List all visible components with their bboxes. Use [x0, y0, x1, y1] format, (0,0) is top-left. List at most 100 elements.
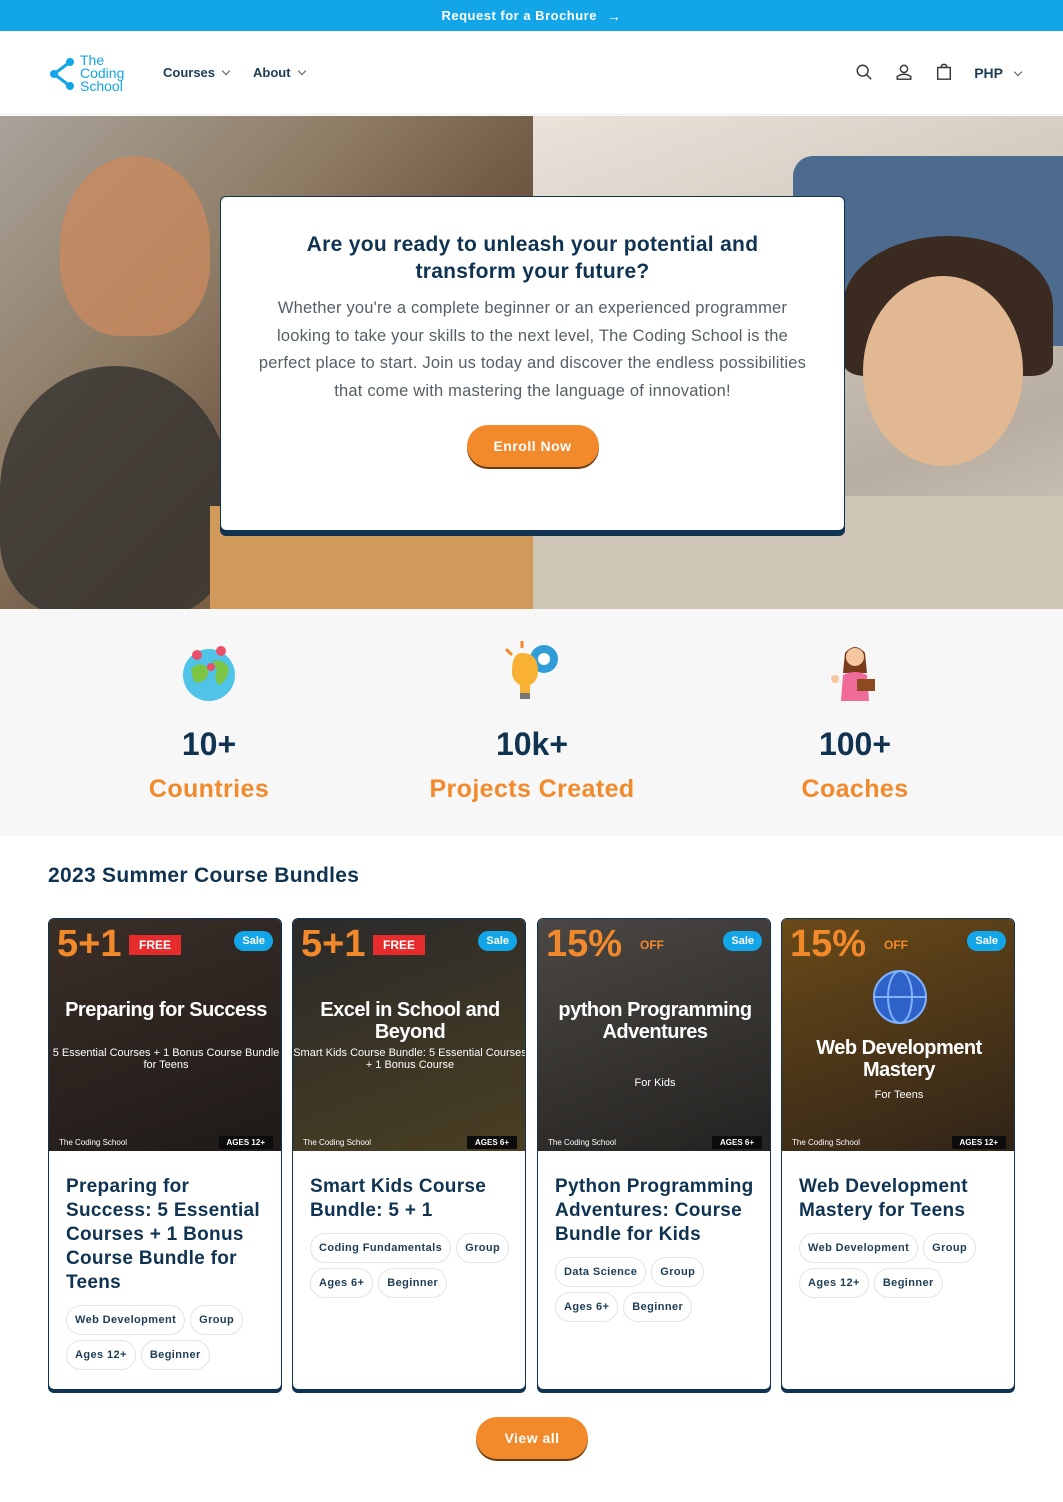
logo-text: The Coding School: [80, 53, 124, 94]
nav-label: About: [253, 65, 291, 80]
logo[interactable]: The Coding School: [48, 53, 124, 94]
bundle-card[interactable]: 15% OFF Sale Web Development Mastery For…: [781, 918, 1015, 1390]
hero-photo-shape: [863, 276, 1023, 466]
bundle-badge: 15%: [790, 923, 867, 965]
ages-badge: AGES 6+: [711, 1135, 762, 1149]
image-title: Excel in School and Beyond: [320, 999, 500, 1043]
image-subtitle: For Kids: [634, 1077, 676, 1089]
ages-badge: AGES 12+: [951, 1135, 1006, 1149]
currency-label: PHP: [974, 65, 1003, 81]
card-body: Python Programming Adventures: Course Bu…: [555, 1175, 755, 1322]
tag: Web Development: [66, 1305, 186, 1335]
tag: Group: [651, 1257, 705, 1287]
off-tag: OFF: [884, 938, 908, 952]
brand-mark: The Coding School: [303, 1137, 372, 1147]
tag: Group: [190, 1305, 244, 1335]
image-title: Web Development Mastery: [816, 1037, 982, 1081]
tag: Beginner: [873, 1268, 943, 1298]
enroll-now-button[interactable]: Enroll Now: [466, 425, 599, 467]
card-title[interactable]: Python Programming Adventures: Course Bu…: [555, 1175, 755, 1247]
tag-list: Web Development Group Ages 12+ Beginner: [66, 1305, 266, 1370]
hero-section: Are you ready to unleash your potential …: [0, 116, 1063, 609]
stat-value: 10k+: [495, 726, 569, 762]
stat-value: 10+: [181, 726, 237, 762]
nav-about[interactable]: About: [253, 65, 306, 80]
main-nav: Courses About: [163, 65, 306, 80]
hero-title: Are you ready to unleash your potential …: [306, 233, 759, 283]
image-subtitle: 5 Essential Courses + 1 Bonus Course Bun…: [52, 1047, 280, 1071]
search-icon[interactable]: [855, 63, 873, 81]
nav-courses[interactable]: Courses: [163, 65, 231, 80]
arrow-right-icon: →: [606, 7, 622, 24]
nav-label: Courses: [163, 65, 216, 80]
share-logo-icon: [50, 57, 74, 90]
sale-badge: Sale: [478, 931, 517, 951]
card-body: Web Development Mastery for Teens Web De…: [799, 1175, 999, 1298]
tag: Beginner: [378, 1268, 448, 1298]
tag: Beginner: [623, 1292, 693, 1322]
hero-photo-shape: [0, 366, 230, 609]
card-title[interactable]: Preparing for Success: 5 Essential Cours…: [66, 1175, 266, 1295]
card-body: Preparing for Success: 5 Essential Cours…: [66, 1175, 266, 1370]
bundle-cards: 5+1 FREE Sale Preparing for Success 5 Es…: [48, 918, 1016, 1390]
stat-label: Projects Created: [429, 775, 635, 803]
sale-badge: Sale: [234, 931, 273, 951]
tag: Web Development: [799, 1233, 919, 1263]
site-header: The Coding School Courses About PHP: [0, 31, 1063, 115]
card-title[interactable]: Smart Kids Course Bundle: 5 + 1: [310, 1175, 510, 1223]
tag: Data Science: [555, 1257, 647, 1287]
bundle-card[interactable]: 15% OFF Sale python Programming Adventur…: [537, 918, 771, 1390]
brand-mark: The Coding School: [59, 1137, 128, 1147]
logo-line: School: [80, 78, 123, 94]
sale-badge: Sale: [967, 931, 1006, 951]
tag: Ages 6+: [310, 1268, 374, 1298]
off-tag: OFF: [640, 938, 664, 952]
tag: Group: [923, 1233, 977, 1263]
globe-icon: [183, 646, 235, 701]
image-footer: The Coding School AGES 6+: [538, 1133, 770, 1151]
image-footer: The Coding School AGES 12+: [782, 1133, 1014, 1151]
stat-coaches: 100+ Coaches: [705, 639, 1005, 804]
image-subtitle: For Teens: [874, 1089, 924, 1101]
image-footer: The Coding School AGES 12+: [49, 1133, 281, 1151]
image-subtitle: Smart Kids Course Bundle: 5 Essential Co…: [293, 1047, 526, 1071]
stat-projects: 10k+ Projects Created: [382, 639, 682, 804]
stat-label: Countries: [148, 775, 270, 803]
announcement-bar[interactable]: Request for a Brochure →: [0, 0, 1063, 31]
announcement-text[interactable]: Request for a Brochure: [442, 8, 597, 23]
bundle-card[interactable]: 5+1 FREE Sale Preparing for Success 5 Es…: [48, 918, 282, 1390]
tag: Coding Fundamentals: [310, 1233, 452, 1263]
tag: Group: [456, 1233, 510, 1263]
ages-badge: AGES 6+: [466, 1135, 517, 1149]
card-body: Smart Kids Course Bundle: 5 + 1 Coding F…: [310, 1175, 510, 1298]
stats-section: 10+ Countries 10k+ Projects Created 100+…: [0, 609, 1063, 836]
bundle-image[interactable]: 15% OFF Sale Web Development Mastery For…: [782, 919, 1014, 1151]
coach-icon: [831, 647, 875, 701]
stat-label: Coaches: [801, 775, 909, 803]
tag: Ages 12+: [799, 1268, 869, 1298]
hero-photo-shape: [60, 156, 210, 336]
currency-selector[interactable]: PHP: [974, 65, 1023, 81]
image-title: Preparing for Success: [65, 999, 267, 1021]
tag: Ages 6+: [555, 1292, 619, 1322]
image-title: python Programming Adventures: [558, 999, 752, 1043]
sale-badge: Sale: [723, 931, 762, 951]
card-title[interactable]: Web Development Mastery for Teens: [799, 1175, 999, 1223]
bundle-card[interactable]: 5+1 FREE Sale Excel in School and Beyond…: [292, 918, 526, 1390]
free-tag: FREE: [129, 935, 182, 955]
bundle-image[interactable]: 5+1 FREE Sale Excel in School and Beyond…: [293, 919, 526, 1151]
account-icon[interactable]: [895, 63, 913, 81]
brand-mark: The Coding School: [548, 1137, 617, 1147]
chevron-down-icon: [297, 66, 306, 76]
ages-badge: AGES 12+: [218, 1135, 273, 1149]
chevron-down-icon: [221, 66, 231, 76]
free-tag: FREE: [373, 935, 426, 955]
image-footer: The Coding School AGES 6+: [293, 1133, 525, 1151]
cart-icon[interactable]: [935, 63, 953, 81]
bundle-image[interactable]: 5+1 FREE Sale Preparing for Success 5 Es…: [49, 919, 281, 1151]
brand-mark: The Coding School: [792, 1137, 861, 1147]
bundle-image[interactable]: 15% OFF Sale python Programming Adventur…: [538, 919, 770, 1151]
view-all-button[interactable]: View all: [476, 1417, 588, 1459]
globe-icon: [873, 970, 927, 1024]
tag-list: Coding Fundamentals Group Ages 6+ Beginn…: [310, 1233, 510, 1298]
